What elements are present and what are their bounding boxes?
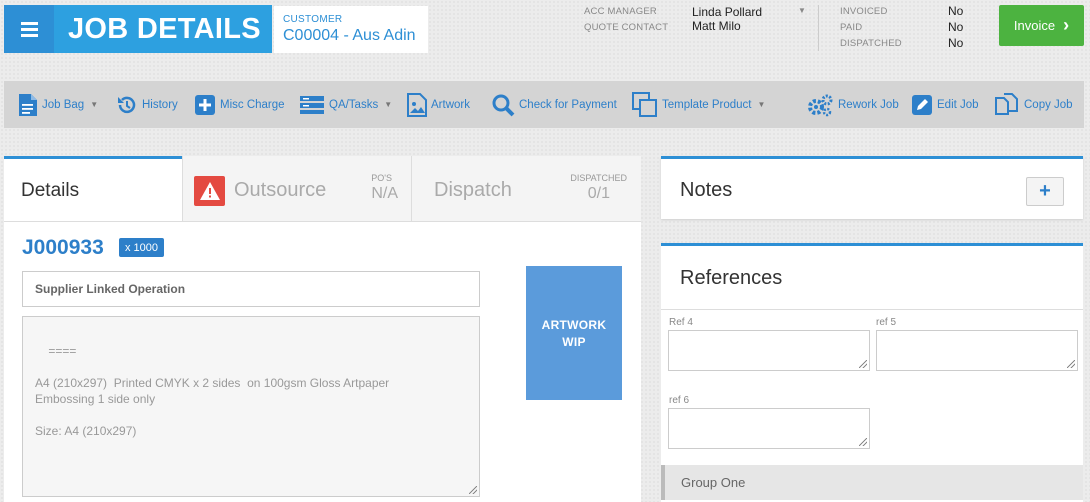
ref4-textarea[interactable] xyxy=(668,330,870,371)
job-bag-label: Job Bag xyxy=(42,98,85,111)
misc-charge-button[interactable]: Misc Charge xyxy=(194,81,285,128)
edit-job-label: Edit Job xyxy=(937,98,979,111)
document-icon xyxy=(19,93,37,116)
tab-outsource-label: Outsource xyxy=(234,179,327,201)
page-title: JOB DETAILS xyxy=(54,5,272,53)
rework-job-button[interactable]: Rework Job xyxy=(806,81,899,128)
invoiced-value: No xyxy=(948,4,964,18)
check-payment-button[interactable]: Check for Payment xyxy=(491,81,617,128)
caret-down-icon: ▼ xyxy=(90,100,99,109)
qa-tasks-label: QA/Tasks xyxy=(329,98,379,111)
panel-tabs: Details Outsource PO'S N/A Dispatch DISP… xyxy=(4,156,641,222)
supplier-linked-operation-input[interactable]: Supplier Linked Operation xyxy=(22,271,480,307)
job-details-panel: Details Outsource PO'S N/A Dispatch DISP… xyxy=(4,156,641,502)
copy-job-label: Copy Job xyxy=(1024,98,1073,111)
paid-label: PAID xyxy=(840,22,863,33)
history-button[interactable]: History xyxy=(116,81,178,128)
search-icon xyxy=(492,94,515,116)
pos-label: PO'S xyxy=(371,173,392,183)
group-one-section[interactable]: Group One xyxy=(661,465,1083,500)
pos-value: N/A xyxy=(371,185,398,202)
action-toolbar: Job Bag ▼ History Misc Charge QA/Tasks ▼… xyxy=(4,81,1084,128)
invoiced-label: INVOICED xyxy=(840,6,888,17)
check-payment-label: Check for Payment xyxy=(519,98,617,111)
tab-details[interactable]: Details xyxy=(4,156,182,221)
invoice-button[interactable]: Invoice › xyxy=(999,5,1084,46)
rework-job-label: Rework Job xyxy=(838,98,899,111)
job-bag-button[interactable]: Job Bag ▼ xyxy=(18,81,98,128)
group-one-label: Group One xyxy=(681,475,746,490)
qa-tasks-button[interactable]: QA/Tasks ▼ xyxy=(299,81,392,128)
acc-manager-value[interactable]: Linda Pollard xyxy=(692,5,762,19)
tab-outsource[interactable]: Outsource PO'S N/A xyxy=(182,156,411,221)
image-file-icon xyxy=(407,92,427,117)
dispatched-count-value: 0/1 xyxy=(587,185,610,202)
artwork-label: Artwork xyxy=(431,98,470,111)
copy-squares-icon xyxy=(632,91,657,117)
resize-handle-icon[interactable] xyxy=(469,486,477,494)
menu-icon xyxy=(20,21,38,25)
chevron-right-icon: › xyxy=(1063,15,1070,35)
ref4-label: Ref 4 xyxy=(669,317,693,328)
caret-down-icon: ▼ xyxy=(384,100,393,109)
gears-icon xyxy=(808,94,833,116)
template-product-button[interactable]: Template Product ▼ xyxy=(632,81,765,128)
customer-label: CUSTOMER xyxy=(283,14,343,25)
resize-handle-icon[interactable] xyxy=(1067,360,1075,368)
copy-icon xyxy=(995,92,1018,115)
paid-value: No xyxy=(948,20,964,34)
artwork-status-line1: ARTWORK xyxy=(541,318,607,332)
dispatched-value: No xyxy=(948,36,964,50)
references-title: References xyxy=(680,267,783,289)
notes-panel: Notes + xyxy=(661,156,1083,219)
menu-button[interactable] xyxy=(4,5,54,53)
plus-square-icon xyxy=(195,94,215,115)
job-description-text: ==== A4 (210x297) Printed CMYK x 2 sides… xyxy=(35,344,390,438)
tab-details-label: Details xyxy=(21,180,80,201)
artwork-status-line2: WIP xyxy=(562,335,586,349)
tab-dispatch[interactable]: Dispatch DISPATCHED 0/1 xyxy=(411,156,641,221)
resize-handle-icon[interactable] xyxy=(859,360,867,368)
history-label: History xyxy=(142,98,178,111)
tasks-icon xyxy=(300,95,324,114)
resize-handle-icon[interactable] xyxy=(859,438,867,446)
artwork-status-badge[interactable]: ARTWORK WIP xyxy=(526,266,622,400)
quantity-badge: x 1000 xyxy=(119,238,165,257)
copy-job-button[interactable]: Copy Job xyxy=(994,81,1073,128)
dispatched-label: DISPATCHED xyxy=(840,38,902,49)
ref5-label: ref 5 xyxy=(876,317,897,328)
caret-down-icon: ▼ xyxy=(757,100,766,109)
notes-title: Notes xyxy=(680,179,733,201)
ref6-label: ref 6 xyxy=(669,395,690,406)
caret-down-icon[interactable]: ▼ xyxy=(798,6,806,15)
ref6-textarea[interactable] xyxy=(668,408,870,449)
add-note-button[interactable]: + xyxy=(1026,177,1064,206)
invoice-button-label: Invoice xyxy=(1013,18,1056,33)
edit-icon xyxy=(912,94,932,115)
misc-charge-label: Misc Charge xyxy=(220,98,285,111)
references-panel: References Ref 4 ref 5 ref 6 Group One xyxy=(661,243,1083,502)
history-icon xyxy=(118,96,136,113)
tab-dispatch-label: Dispatch xyxy=(434,179,512,201)
dispatched-count-label: DISPATCHED xyxy=(570,173,627,183)
job-number: J000933 xyxy=(22,236,104,259)
customer-link[interactable]: CUSTOMER C00004 - Aus Adin xyxy=(274,6,428,53)
artwork-button[interactable]: Artwork xyxy=(407,81,470,128)
ref5-textarea[interactable] xyxy=(876,330,1078,371)
template-product-label: Template Product xyxy=(662,98,752,111)
quote-contact-value[interactable]: Matt Milo xyxy=(692,19,741,33)
edit-job-button[interactable]: Edit Job xyxy=(911,81,979,128)
header-divider xyxy=(818,5,819,51)
warning-icon xyxy=(194,176,225,206)
job-description-textarea[interactable]: ==== A4 (210x297) Printed CMYK x 2 sides… xyxy=(22,316,480,497)
quote-contact-label: QUOTE CONTACT xyxy=(584,22,669,33)
acc-manager-label: ACC MANAGER xyxy=(584,6,657,17)
plus-icon: + xyxy=(1039,180,1051,202)
customer-value: C00004 - Aus Adin xyxy=(283,27,416,44)
